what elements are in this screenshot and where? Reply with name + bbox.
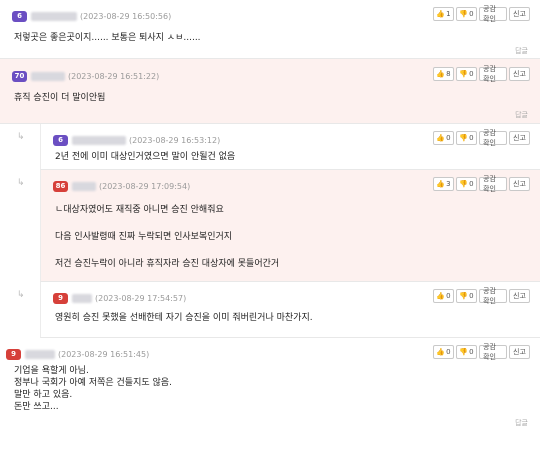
level-badge-icon: 9 (6, 348, 21, 360)
sympathy-check-button[interactable]: 공감 확인 (479, 343, 507, 361)
upvote-button[interactable]: 👍 1 (433, 7, 454, 21)
comment-date: (2023-08-29 16:53:12) (129, 135, 221, 145)
comment-date: (2023-08-29 16:51:22) (68, 71, 160, 81)
author-nickname[interactable] (31, 11, 77, 21)
comment-date: (2023-08-29 16:51:45) (58, 349, 150, 359)
comment-text-line: 저건 승진누락이 아니라 휴직자라 승진 대상자에 못들어간거 (55, 259, 280, 269)
report-button[interactable]: 신고 (509, 7, 530, 21)
comment-actions: 👍 0 👎 0 공감 확인 신고 (433, 287, 530, 305)
comment-text: 휴직 승진이 더 말이안됨 (14, 93, 106, 103)
downvote-button[interactable]: 👎 0 (456, 345, 477, 359)
reply-comment-item: ↳ 86 (2023-08-29 17:09:54) 👍 3 👎 0 공감 확인 신… (17, 170, 540, 282)
reply-button[interactable]: 답글 (515, 46, 528, 56)
downvote-button[interactable]: 👎 0 (456, 131, 477, 145)
level-badge-icon: 6 (53, 134, 68, 146)
reply-arrow-icon: ↳ (17, 290, 25, 300)
comment-text: 영원히 승진 못했을 선배한테 자기 승진을 이미 줘버린거나 마찬가지. (55, 313, 313, 323)
author-nickname[interactable] (72, 293, 92, 303)
level-badge-icon: 70 (12, 70, 27, 82)
thumbs-down-icon: 👎 (459, 70, 469, 78)
thumbs-down-icon: 👎 (459, 348, 469, 356)
level-badge-icon: 6 (12, 10, 27, 22)
thumbs-up-icon: 👍 (436, 70, 446, 78)
downvote-button[interactable]: 👎 0 (456, 7, 477, 21)
thumbs-up-icon: 👍 (436, 134, 446, 142)
upvote-button[interactable]: 👍 3 (433, 177, 454, 191)
author-nickname[interactable] (72, 181, 96, 191)
upvote-button[interactable]: 👍 0 (433, 289, 454, 303)
sympathy-check-button[interactable]: 공감 확인 (479, 287, 507, 305)
upvote-button[interactable]: 👍 0 (433, 345, 454, 359)
reply-comment-item: ↳ 6 (2023-08-29 16:53:12) 👍 0 👎 0 공감 확인 신고… (17, 124, 540, 170)
thumbs-down-icon: 👎 (459, 180, 469, 188)
level-badge-icon: 86 (53, 180, 68, 192)
comment-date: (2023-08-29 17:54:57) (95, 293, 187, 303)
level-badge-icon: 9 (53, 292, 68, 304)
comment-actions: 👍 0 👎 0 공감 확인 신고 (433, 129, 530, 147)
upvote-button[interactable]: 👍 8 (433, 67, 454, 81)
comment-item: 6 (2023-08-29 16:50:56) 👍 1 👎 0 공감 확인 신고 저… (0, 0, 540, 59)
reply-comment-item: ↳ 9 (2023-08-29 17:54:57) 👍 0 👎 0 공감 확인 신고… (17, 282, 540, 338)
thumbs-up-icon: 👍 (436, 10, 446, 18)
comment-text: 저렇곳은 좋은곳이지...... 보통은 퇴사지 ㅅㅂ...... (14, 33, 201, 43)
reply-button[interactable]: 답글 (515, 110, 528, 120)
comment-date: (2023-08-29 16:50:56) (80, 11, 172, 21)
comment-actions: 👍 1 👎 0 공감 확인 신고 (433, 5, 530, 23)
reply-arrow-icon: ↳ (17, 178, 25, 188)
comment-header: 9 (2023-08-29 16:51:45) (6, 347, 149, 361)
upvote-button[interactable]: 👍 0 (433, 131, 454, 145)
report-button[interactable]: 신고 (509, 345, 530, 359)
comment-actions: 👍 0 👎 0 공감 확인 신고 (433, 343, 530, 361)
thumbs-down-icon: 👎 (459, 292, 469, 300)
reply-button[interactable]: 답글 (515, 418, 528, 428)
comment-actions: 👍 8 👎 0 공감 확인 신고 (433, 65, 530, 83)
author-nickname[interactable] (72, 135, 126, 145)
comment-header: 6 (2023-08-29 16:53:12) (53, 133, 220, 147)
comment-header: 6 (2023-08-29 16:50:56) (12, 9, 171, 23)
comment-header: 70 (2023-08-29 16:51:22) (12, 69, 159, 83)
thumbs-down-icon: 👎 (459, 134, 469, 142)
author-nickname[interactable] (25, 349, 55, 359)
comment-text-line: 다음 인사발령때 진짜 누락되면 인사보복인거지 (55, 232, 233, 242)
comment-text-line: 돈만 쓰고... (14, 402, 59, 412)
sympathy-check-button[interactable]: 공감 확인 (479, 175, 507, 193)
thumbs-up-icon: 👍 (436, 180, 446, 188)
comment-actions: 👍 3 👎 0 공감 확인 신고 (433, 175, 530, 193)
thumbs-up-icon: 👍 (436, 348, 446, 356)
sympathy-check-button[interactable]: 공감 확인 (479, 5, 507, 23)
downvote-button[interactable]: 👎 0 (456, 289, 477, 303)
comment-header: 86 (2023-08-29 17:09:54) (53, 179, 190, 193)
comment-date: (2023-08-29 17:09:54) (99, 181, 191, 191)
comment-text-line: ㄴ대상자였어도 재직중 아니면 승진 안해줘요 (55, 205, 224, 215)
comment-text: 2년 전에 이미 대상인거였으면 말이 안될건 없음 (55, 152, 236, 162)
comment-header: 9 (2023-08-29 17:54:57) (53, 291, 186, 305)
report-button[interactable]: 신고 (509, 67, 530, 81)
report-button[interactable]: 신고 (509, 177, 530, 191)
thumbs-up-icon: 👍 (436, 292, 446, 300)
report-button[interactable]: 신고 (509, 289, 530, 303)
comment-item: 9 (2023-08-29 16:51:45) 👍 0 👎 0 공감 확인 신고 기… (0, 338, 540, 434)
sympathy-check-button[interactable]: 공감 확인 (479, 65, 507, 83)
author-nickname[interactable] (31, 71, 65, 81)
report-button[interactable]: 신고 (509, 131, 530, 145)
sympathy-check-button[interactable]: 공감 확인 (479, 129, 507, 147)
downvote-button[interactable]: 👎 0 (456, 177, 477, 191)
reply-arrow-icon: ↳ (17, 132, 25, 142)
comment-item: 70 (2023-08-29 16:51:22) 👍 8 👎 0 공감 확인 신고 … (0, 59, 540, 124)
thumbs-down-icon: 👎 (459, 10, 469, 18)
comment-text-line: 정부나 국회가 아예 저쪽은 건들지도 않음. (14, 378, 172, 388)
comment-text-line: 기업을 욕할게 아님. (14, 366, 89, 376)
comment-text-line: 말만 하고 있음. (14, 390, 73, 400)
downvote-button[interactable]: 👎 0 (456, 67, 477, 81)
